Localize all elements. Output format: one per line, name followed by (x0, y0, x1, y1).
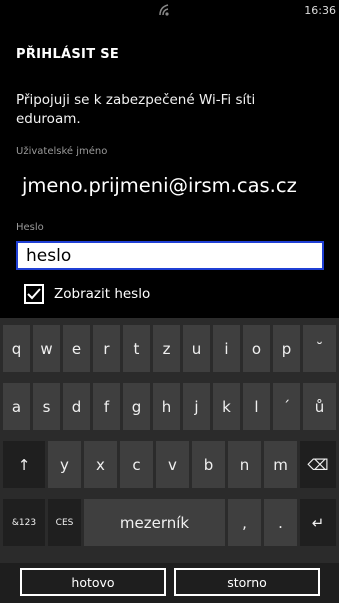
key-j[interactable]: j (183, 383, 210, 430)
key-s[interactable]: s (33, 383, 60, 430)
wifi-icon (159, 4, 169, 16)
key-acute[interactable]: ´ (273, 383, 300, 430)
username-field[interactable]: jmeno.prijmeni@irsm.cas.cz (22, 174, 297, 197)
key-d[interactable]: d (63, 383, 90, 430)
key-u-ring[interactable]: ů (303, 383, 336, 430)
username-label: Uživatelské jméno (16, 146, 108, 157)
key-q[interactable]: q (3, 325, 30, 372)
key-period[interactable]: . (264, 499, 297, 546)
action-bar: hotovo storno (0, 563, 339, 603)
status-bar: 16:36 (0, 0, 339, 30)
key-g[interactable]: g (123, 383, 150, 430)
key-n[interactable]: n (228, 441, 261, 488)
key-comma[interactable]: , (228, 499, 261, 546)
key-h[interactable]: h (153, 383, 180, 430)
numbers-key[interactable]: &123 (3, 499, 45, 546)
key-k[interactable]: k (213, 383, 240, 430)
checkmark-icon (27, 288, 41, 300)
clock: 16:36 (304, 4, 336, 17)
key-v[interactable]: v (156, 441, 189, 488)
password-label: Heslo (16, 222, 44, 233)
cancel-button[interactable]: storno (174, 568, 320, 596)
show-password-checkbox[interactable] (24, 284, 44, 304)
key-z[interactable]: z (153, 325, 180, 372)
key-c[interactable]: c (120, 441, 153, 488)
space-key[interactable]: mezerník (84, 499, 225, 546)
key-a[interactable]: a (3, 383, 30, 430)
key-m[interactable]: m (264, 441, 297, 488)
connection-message: Připojuji se k zabezpečené Wi-Fi síti ed… (16, 92, 256, 127)
key-o[interactable]: o (243, 325, 270, 372)
password-field[interactable]: heslo (16, 241, 324, 270)
backspace-key[interactable]: ⌫ (300, 441, 336, 488)
page-title: PŘIHLÁSIT SE (16, 47, 120, 62)
language-key[interactable]: CES (48, 499, 81, 546)
key-w[interactable]: w (33, 325, 60, 372)
done-button[interactable]: hotovo (20, 568, 166, 596)
show-password-row[interactable]: Zobrazit heslo (24, 282, 150, 306)
key-f[interactable]: f (93, 383, 120, 430)
key-t[interactable]: t (123, 325, 150, 372)
on-screen-keyboard: q w e r t z u i o p ˘ a s d f g h j k l … (0, 318, 339, 563)
key-i[interactable]: i (213, 325, 240, 372)
key-u[interactable]: u (183, 325, 210, 372)
key-r[interactable]: r (93, 325, 120, 372)
key-l[interactable]: l (243, 383, 270, 430)
key-p[interactable]: p (273, 325, 300, 372)
key-breve[interactable]: ˘ (303, 325, 336, 372)
key-b[interactable]: b (192, 441, 225, 488)
enter-key[interactable]: ↵ (300, 499, 336, 546)
shift-key[interactable]: ↑ (3, 441, 45, 488)
key-y[interactable]: y (48, 441, 81, 488)
key-x[interactable]: x (84, 441, 117, 488)
key-e[interactable]: e (63, 325, 90, 372)
show-password-label: Zobrazit heslo (54, 286, 151, 302)
